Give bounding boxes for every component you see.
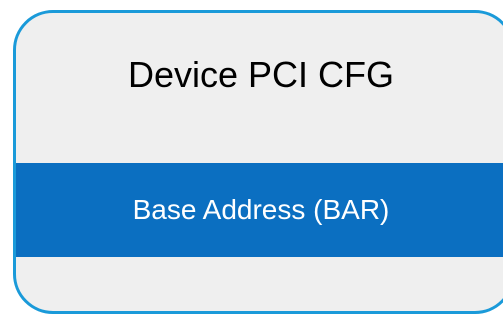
- block-title: Device PCI CFG: [127, 54, 395, 95]
- bar-field-label: Base Address (BAR): [132, 194, 390, 225]
- bar-field: Base Address (BAR): [16, 163, 503, 257]
- pci-config-block: Device PCI CFG Base Address (BAR): [13, 10, 503, 314]
